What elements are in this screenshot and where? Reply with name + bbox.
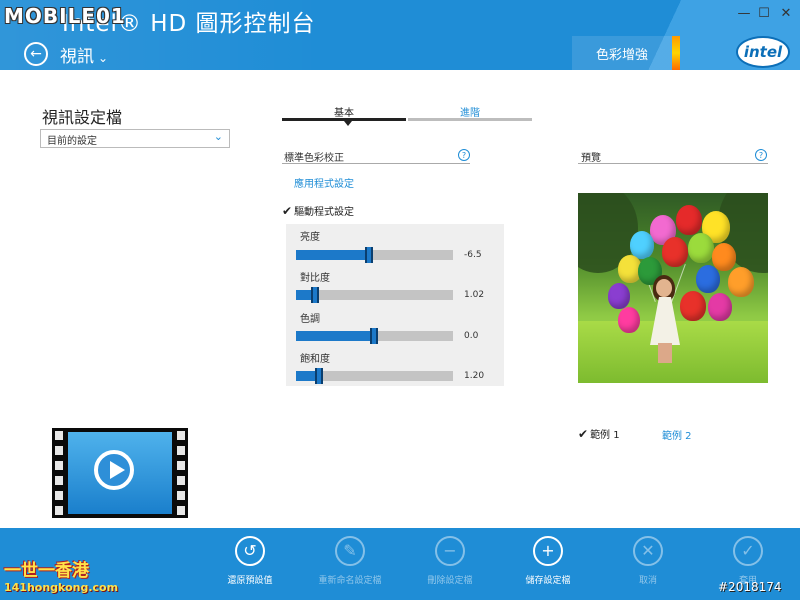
hongkong-watermark-line2: 141hongkong.com xyxy=(4,581,119,594)
mobile01-watermark: MOBILE01 xyxy=(4,4,126,28)
post-id-watermark: #2018174 xyxy=(718,580,782,594)
brightness-value: -6.5 xyxy=(464,250,482,260)
rename-profile-button[interactable]: ✎ 重新命名設定檔 xyxy=(302,536,398,586)
brightness-slider[interactable] xyxy=(296,247,453,263)
checkmark-icon: ✔ xyxy=(282,204,293,218)
tab-caret-icon xyxy=(344,121,352,126)
pencil-icon: ✎ xyxy=(335,536,365,566)
intel-logo: intel xyxy=(736,36,790,68)
preview-image xyxy=(578,193,768,383)
back-button[interactable]: ← xyxy=(24,42,48,66)
maximize-button[interactable]: ☐ xyxy=(756,6,772,21)
hue-label: 色調 xyxy=(300,314,320,325)
chevron-down-icon: ⌄ xyxy=(213,130,223,143)
saturation-value: 1.20 xyxy=(464,371,485,381)
checkmark-icon: ✔ xyxy=(578,427,589,441)
apply-button[interactable]: ✓ 套用 xyxy=(700,536,796,586)
undo-icon: ↺ xyxy=(235,536,265,566)
saturation-slider[interactable] xyxy=(296,368,453,384)
hue-slider[interactable] xyxy=(296,328,453,344)
tab-advanced[interactable]: 進階 xyxy=(408,104,532,119)
profile-select[interactable]: 目前的設定 ⌄ xyxy=(40,129,230,148)
contrast-label: 對比度 xyxy=(300,273,330,284)
divider xyxy=(578,163,768,164)
save-profile-button[interactable]: + 儲存設定檔 xyxy=(500,536,596,586)
preview-title: 預覽 xyxy=(581,153,601,164)
save-profile-label: 儲存設定檔 xyxy=(525,576,571,586)
contrast-slider[interactable] xyxy=(296,287,453,303)
minus-icon: − xyxy=(435,536,465,566)
film-strip-left xyxy=(52,428,66,518)
check-icon: ✓ xyxy=(733,536,763,566)
hue-value: 0.0 xyxy=(464,331,479,341)
slider-thumb[interactable] xyxy=(370,328,378,344)
slider-fill xyxy=(296,331,375,341)
slider-thumb[interactable] xyxy=(365,247,373,263)
cancel-label: 取消 xyxy=(638,576,657,586)
example-1-option[interactable]: ✔ 範例 1 xyxy=(578,426,620,441)
brightness-label: 亮度 xyxy=(300,232,320,243)
slider-fill xyxy=(296,250,370,260)
section-title: 視訊 xyxy=(60,47,94,67)
arrow-left-icon: ← xyxy=(30,45,42,62)
hongkong-watermark-line1: 一世一香港 xyxy=(4,561,89,581)
restore-defaults-button[interactable]: ↺ 還原預設值 xyxy=(202,536,298,586)
chevron-down-icon: ⌄ xyxy=(98,51,109,65)
hongkong-watermark: 一世一香港 141hongkong.com xyxy=(4,556,124,594)
delete-profile-label: 刪除設定檔 xyxy=(427,576,473,586)
film-strip-right xyxy=(174,428,188,518)
rename-profile-label: 重新命名設定檔 xyxy=(318,576,382,586)
slider-thumb[interactable] xyxy=(311,287,319,303)
video-icon xyxy=(52,428,188,518)
title-bar: Intel® HD 圖形控制台 MOBILE01 ← 視訊 ⌄ 色彩增強 inte… xyxy=(0,0,800,70)
close-icon: ✕ xyxy=(633,536,663,566)
help-icon[interactable]: ? xyxy=(755,149,767,161)
driver-settings-label: 驅動程式設定 xyxy=(294,207,355,218)
driver-settings-option[interactable]: ✔ 驅動程式設定 xyxy=(282,203,354,218)
slider-thumb[interactable] xyxy=(315,368,323,384)
close-button[interactable]: ✕ xyxy=(778,6,794,21)
minimize-button[interactable]: — xyxy=(736,6,752,21)
calibration-title: 標準色彩校正 xyxy=(284,153,344,164)
example-2-option[interactable]: 範例 2 xyxy=(662,427,692,442)
tab-advanced-indicator xyxy=(408,118,532,121)
saturation-label: 飽和度 xyxy=(300,354,330,365)
profile-select-value: 目前的設定 xyxy=(47,136,97,147)
example-1-label: 範例 1 xyxy=(590,430,620,441)
delete-profile-button[interactable]: − 刪除設定檔 xyxy=(402,536,498,586)
divider xyxy=(282,163,470,164)
cancel-button[interactable]: ✕ 取消 xyxy=(600,536,696,586)
slider-panel: 亮度 -6.5 對比度 1.02 色調 0.0 飽和度 1.20 xyxy=(286,224,504,386)
help-icon[interactable]: ? xyxy=(458,149,470,161)
profile-title: 視訊設定檔 xyxy=(42,108,123,127)
restore-defaults-label: 還原預設值 xyxy=(227,576,273,586)
contrast-value: 1.02 xyxy=(464,290,485,300)
plus-icon: + xyxy=(533,536,563,566)
app-settings-link[interactable]: 應用程式設定 xyxy=(294,175,354,190)
tab-basic[interactable]: 基本 xyxy=(282,104,406,119)
section-dropdown[interactable]: 視訊 ⌄ xyxy=(60,42,108,67)
color-strip xyxy=(672,36,680,70)
play-icon xyxy=(94,450,134,490)
tab-color-enhance[interactable]: 色彩增強 xyxy=(572,36,672,70)
